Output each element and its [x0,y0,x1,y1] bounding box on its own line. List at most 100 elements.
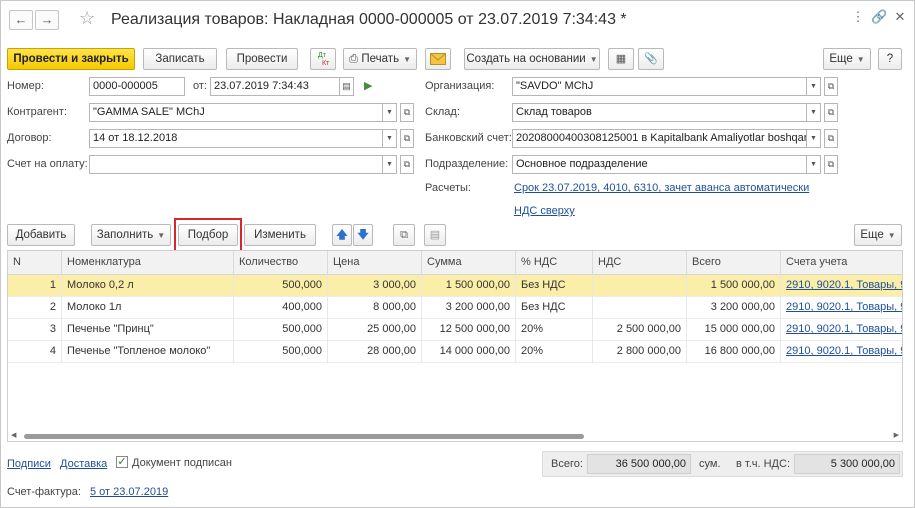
post-button[interactable]: Провести [226,48,298,70]
accounts-link[interactable]: 2910, 9020.1, Товары, 9 [786,345,902,357]
cell-price[interactable]: 3 000,00 [328,275,422,297]
cell-item[interactable]: Печенье "Принц" [62,319,234,341]
cell-item[interactable]: Молоко 0,2 л [62,275,234,297]
number-field[interactable]: 0000-000005 [89,77,185,96]
cell-total[interactable]: 16 800 000,00 [687,341,781,363]
cell-price[interactable]: 28 000,00 [328,341,422,363]
cell-price[interactable]: 25 000,00 [328,319,422,341]
contract-open-button[interactable]: ⧉ [400,129,414,148]
accounts-link[interactable]: 2910, 9020.1, Товары, 9 [786,301,902,313]
accounts-link[interactable]: 2910, 9020.1, Товары, 9 [786,279,902,291]
cell-vat[interactable] [593,275,687,297]
close-icon[interactable]: ✕ [893,9,907,25]
cell-total[interactable]: 15 000 000,00 [687,319,781,341]
document-arrow-icon[interactable]: ▶ [364,79,372,92]
scroll-right-icon[interactable]: ▶ [894,431,899,439]
column-header-sum[interactable]: Сумма [422,251,516,275]
warehouse-field[interactable]: Склад товаров [512,103,807,122]
horizontal-scrollbar[interactable]: ◀ ▶ [8,431,902,441]
signatures-link[interactable]: Подписи [7,458,51,470]
contragent-open-button[interactable]: ⧉ [400,103,414,122]
invoice-payment-open-button[interactable]: ⧉ [400,155,414,174]
fill-button[interactable]: Заполнить ▼ [91,224,171,246]
vat-mode-link[interactable]: НДС сверху [514,205,575,217]
calendar-button[interactable]: ▤ [340,77,354,96]
more-button[interactable]: Еще ▼ [823,48,871,70]
date-field[interactable]: 23.07.2019 7:34:43 [210,77,340,96]
help-button[interactable]: ? [878,48,902,70]
warehouse-open-button[interactable]: ⧉ [824,103,838,122]
cell-vat-rate[interactable]: Без НДС [516,297,593,319]
organization-field[interactable]: "SAVDO" MChJ [512,77,807,96]
scroll-left-icon[interactable]: ◀ [11,431,16,439]
cell-vat[interactable] [593,297,687,319]
cell-accounts[interactable]: 2910, 9020.1, Товары, 9 [781,297,902,319]
column-header-item[interactable]: Номенклатура [62,251,234,275]
invoice-payment-field[interactable] [89,155,383,174]
link-icon[interactable]: 🔗 [871,9,887,25]
cell-price[interactable]: 8 000,00 [328,297,422,319]
attach-button[interactable]: 📎 [638,48,664,70]
cell-accounts[interactable]: 2910, 9020.1, Товары, 9 [781,341,902,363]
cell-total[interactable]: 3 200 000,00 [687,297,781,319]
cell-sum[interactable]: 12 500 000,00 [422,319,516,341]
cell-accounts[interactable]: 2910, 9020.1, Товары, 9 [781,319,902,341]
contragent-field[interactable]: "GAMMA SALE" MChJ [89,103,383,122]
accounts-link[interactable]: 2910, 9020.1, Товары, 9 [786,323,902,335]
warehouse-dropdown[interactable]: ▼ [807,103,821,122]
cell-sum[interactable]: 3 200 000,00 [422,297,516,319]
invoice-payment-dropdown[interactable]: ▼ [383,155,397,174]
cell-sum[interactable]: 14 000 000,00 [422,341,516,363]
paste-rows-button[interactable]: ▤ [424,224,446,246]
save-button[interactable]: Записать [143,48,217,70]
cell-vat[interactable]: 2 800 000,00 [593,341,687,363]
column-header-vat[interactable]: НДС [593,251,687,275]
division-field[interactable]: Основное подразделение [512,155,807,174]
table-row[interactable]: 4 Печенье "Топленое молоко" 500,000 28 0… [8,341,902,363]
cell-item[interactable]: Печенье "Топленое молоко" [62,341,234,363]
more-vertical-icon[interactable]: ⋮ [851,9,865,25]
cell-qty[interactable]: 500,000 [234,341,328,363]
move-up-button[interactable]: 🡅 [332,224,352,246]
invoice-link[interactable]: 5 от 23.07.2019 [90,486,168,498]
bank-account-dropdown[interactable]: ▼ [807,129,821,148]
cell-vat-rate[interactable]: 20% [516,319,593,341]
create-based-on-button[interactable]: Создать на основании ▼ [464,48,600,70]
table-more-button[interactable]: Еще ▼ [854,224,902,246]
cell-qty[interactable]: 500,000 [234,275,328,297]
star-icon[interactable]: ☆ [79,8,95,29]
cell-accounts[interactable]: 2910, 9020.1, Товары, 9 [781,275,902,297]
organization-open-button[interactable]: ⧉ [824,77,838,96]
cell-qty[interactable]: 500,000 [234,319,328,341]
table-row[interactable]: 2 Молоко 1л 400,000 8 000,00 3 200 000,0… [8,297,902,319]
add-row-button[interactable]: Добавить [7,224,75,246]
change-button[interactable]: Изменить [244,224,316,246]
copy-rows-button[interactable]: ⧉ [393,224,415,246]
cell-vat[interactable]: 2 500 000,00 [593,319,687,341]
table-row[interactable]: 1 Молоко 0,2 л 500,000 3 000,00 1 500 00… [8,275,902,297]
contract-dropdown[interactable]: ▼ [383,129,397,148]
print-button[interactable]: ⎙ Печать ▼ [343,48,417,70]
cell-item[interactable]: Молоко 1л [62,297,234,319]
post-and-close-button[interactable]: Провести и закрыть [7,48,135,70]
bank-account-field[interactable]: 20208000400308125001 в Kapitalbank Amali… [512,129,807,148]
cell-total[interactable]: 1 500 000,00 [687,275,781,297]
cell-vat-rate[interactable]: Без НДС [516,275,593,297]
division-dropdown[interactable]: ▼ [807,155,821,174]
structure-button[interactable]: ▦ [608,48,634,70]
column-header-total[interactable]: Всего [687,251,781,275]
back-button[interactable]: ← [9,10,33,30]
cell-sum[interactable]: 1 500 000,00 [422,275,516,297]
move-down-button[interactable]: 🡇 [353,224,373,246]
cell-vat-rate[interactable]: 20% [516,341,593,363]
contragent-dropdown[interactable]: ▼ [383,103,397,122]
scrollbar-thumb[interactable] [24,434,584,439]
column-header-qty[interactable]: Количество [234,251,328,275]
contract-field[interactable]: 14 от 18.12.2018 [89,129,383,148]
cell-qty[interactable]: 400,000 [234,297,328,319]
dt-kt-button[interactable]: Дт Кт [310,48,336,70]
mail-button[interactable] [425,48,451,70]
signed-checkbox[interactable]: ✓ [116,456,128,468]
forward-button[interactable]: → [35,10,59,30]
column-header-price[interactable]: Цена [328,251,422,275]
